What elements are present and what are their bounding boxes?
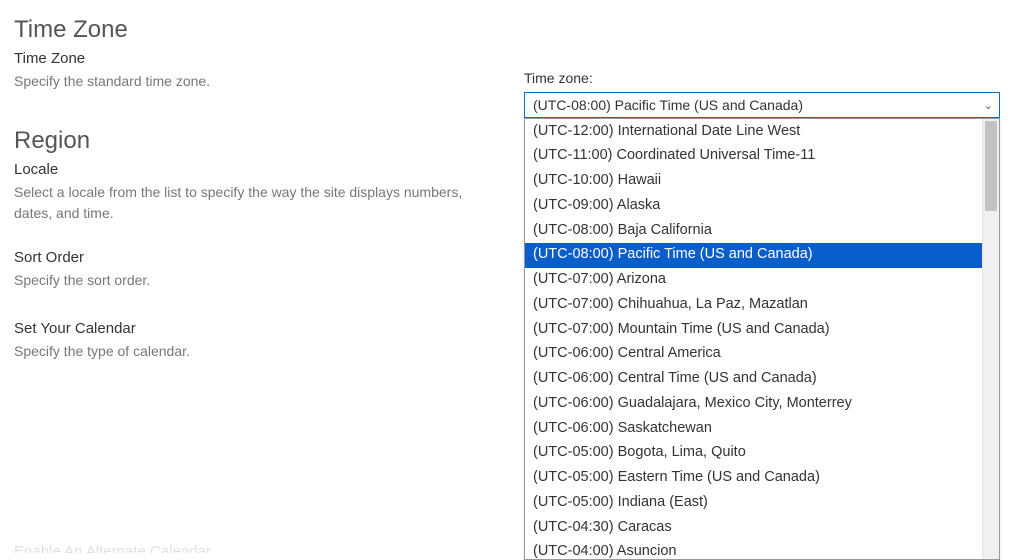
timezone-option[interactable]: (UTC-07:00) Chihuahua, La Paz, Mazatlan xyxy=(525,292,982,317)
timezone-select-value: (UTC-08:00) Pacific Time (US and Canada) xyxy=(533,97,803,113)
timezone-option[interactable]: (UTC-05:00) Bogota, Lima, Quito xyxy=(525,441,982,466)
timezone-option[interactable]: (UTC-06:00) Central America xyxy=(525,342,982,367)
timezone-option[interactable]: (UTC-04:00) Asuncion xyxy=(525,540,982,559)
timezone-option[interactable]: (UTC-04:30) Caracas xyxy=(525,515,982,540)
timezone-option[interactable]: (UTC-06:00) Saskatchewan xyxy=(525,416,982,441)
section-title-region: Region xyxy=(14,127,484,155)
field-desc-calendar: Specify the type of calendar. xyxy=(14,341,484,361)
field-desc-locale: Select a locale from the list to specify… xyxy=(14,182,484,223)
timezone-option[interactable]: (UTC-07:00) Arizona xyxy=(525,268,982,293)
timezone-dropdown[interactable]: (UTC-12:00) International Date Line West… xyxy=(524,118,1000,560)
timezone-option[interactable]: (UTC-12:00) International Date Line West xyxy=(525,119,982,144)
timezone-option[interactable]: (UTC-05:00) Eastern Time (US and Canada) xyxy=(525,466,982,491)
field-desc-sort: Specify the sort order. xyxy=(14,270,484,290)
dropdown-scrollbar[interactable] xyxy=(982,119,999,559)
field-label-timezone: Time Zone xyxy=(14,50,484,67)
chevron-down-icon: ⌄ xyxy=(984,99,993,112)
timezone-option[interactable]: (UTC-08:00) Pacific Time (US and Canada) xyxy=(525,243,982,268)
timezone-option[interactable]: (UTC-05:00) Indiana (East) xyxy=(525,490,982,515)
timezone-select-label: Time zone: xyxy=(524,70,1014,86)
timezone-option[interactable]: (UTC-09:00) Alaska xyxy=(525,193,982,218)
timezone-option[interactable]: (UTC-07:00) Mountain Time (US and Canada… xyxy=(525,317,982,342)
timezone-option[interactable]: (UTC-06:00) Guadalajara, Mexico City, Mo… xyxy=(525,391,982,416)
scroll-thumb[interactable] xyxy=(985,121,997,211)
section-title-timezone: Time Zone xyxy=(14,16,484,44)
field-label-calendar: Set Your Calendar xyxy=(14,320,484,337)
timezone-option[interactable]: (UTC-08:00) Baja California xyxy=(525,218,982,243)
field-desc-timezone: Specify the standard time zone. xyxy=(14,71,484,91)
timezone-select[interactable]: (UTC-08:00) Pacific Time (US and Canada)… xyxy=(524,92,1000,118)
field-label-sort: Sort Order xyxy=(14,249,484,266)
timezone-option[interactable]: (UTC-10:00) Hawaii xyxy=(525,169,982,194)
field-label-alt-calendar-truncated: Enable An Alternate Calendar xyxy=(14,543,211,553)
timezone-option[interactable]: (UTC-06:00) Central Time (US and Canada) xyxy=(525,367,982,392)
field-label-locale: Locale xyxy=(14,161,484,178)
timezone-option[interactable]: (UTC-11:00) Coordinated Universal Time-1… xyxy=(525,144,982,169)
